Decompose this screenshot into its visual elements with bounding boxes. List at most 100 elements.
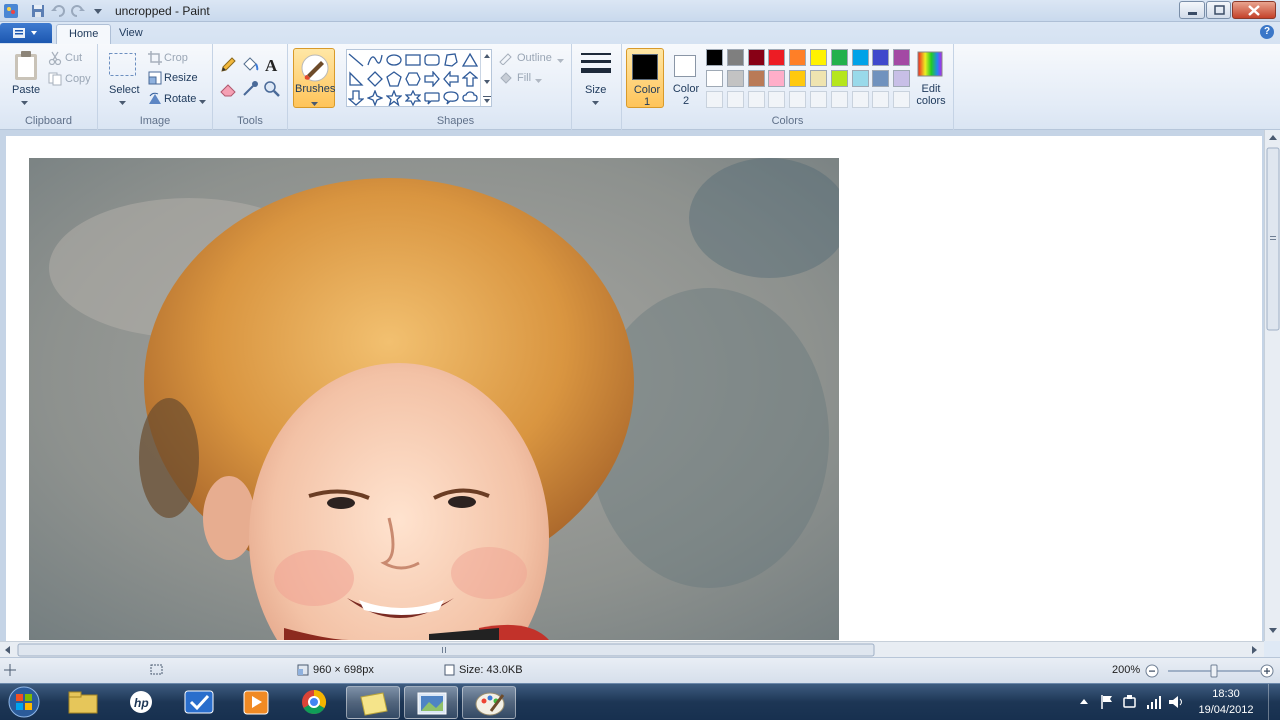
color2-button[interactable]: Color 2: [667, 48, 705, 108]
palette-empty-swatch[interactable]: [768, 91, 786, 108]
diamond-shape-icon[interactable]: [367, 71, 383, 87]
select-dropdown-icon[interactable]: [119, 98, 127, 110]
palette-color-swatch[interactable]: [768, 70, 786, 87]
eraser-icon[interactable]: [219, 80, 237, 101]
curve-shape-icon[interactable]: [367, 52, 383, 68]
size-icon[interactable]: [580, 51, 612, 82]
taskbar-hp[interactable]: hp: [114, 686, 168, 719]
right-arrow-shape-icon[interactable]: [424, 70, 440, 88]
brushes-button[interactable]: Brushes: [293, 48, 335, 108]
palette-color-swatch[interactable]: [747, 49, 765, 66]
polygon-shape-icon[interactable]: [443, 52, 459, 68]
brushes-dropdown-icon[interactable]: [311, 99, 319, 111]
tray-show-hidden-icon[interactable]: [1078, 696, 1090, 709]
six-point-star-shape-icon[interactable]: [404, 89, 422, 107]
show-desktop-button[interactable]: [1268, 684, 1280, 720]
palette-empty-swatch[interactable]: [747, 91, 765, 108]
right-triangle-shape-icon[interactable]: [348, 71, 364, 87]
palette-empty-swatch[interactable]: [893, 91, 911, 108]
cloud-callout-shape-icon[interactable]: [462, 90, 478, 106]
fill-icon[interactable]: [498, 71, 514, 88]
palette-color-swatch[interactable]: [893, 70, 911, 87]
crop-button[interactable]: Crop: [164, 52, 188, 64]
rotate-icon[interactable]: [148, 92, 162, 109]
size-dropdown-icon[interactable]: [592, 98, 600, 110]
four-point-star-shape-icon[interactable]: [366, 89, 384, 107]
palette-color-swatch[interactable]: [789, 70, 807, 87]
palette-color-swatch[interactable]: [851, 49, 869, 66]
customize-toolbar-icon[interactable]: [90, 3, 106, 19]
taskbar-chrome[interactable]: [287, 686, 341, 719]
palette-color-swatch[interactable]: [872, 49, 890, 66]
taskbar-photo-viewer[interactable]: [404, 686, 458, 719]
palette-color-swatch[interactable]: [747, 70, 765, 87]
palette-empty-swatch[interactable]: [726, 91, 744, 108]
undo-icon[interactable]: [50, 3, 66, 19]
paste-label[interactable]: Paste: [12, 84, 40, 96]
edit-colors-button[interactable]: Edit colors: [915, 83, 947, 107]
palette-color-swatch[interactable]: [810, 70, 827, 87]
oval-shape-icon[interactable]: [386, 52, 402, 68]
zoom-slider[interactable]: [1168, 663, 1260, 682]
outline-dropdown-icon[interactable]: [557, 56, 565, 68]
network-icon[interactable]: [1146, 694, 1162, 713]
palette-empty-swatch[interactable]: [872, 91, 890, 108]
taskbar-date[interactable]: 19/04/2012: [1194, 704, 1258, 716]
palette-color-swatch[interactable]: [789, 49, 807, 66]
paste-icon[interactable]: [12, 50, 40, 85]
color-picker-icon[interactable]: [241, 80, 259, 101]
line-shape-icon[interactable]: [348, 52, 364, 68]
outline-button[interactable]: Outline: [517, 52, 552, 64]
palette-color-swatch[interactable]: [830, 49, 848, 66]
rotate-button[interactable]: Rotate: [164, 93, 196, 105]
palette-color-swatch[interactable]: [893, 49, 911, 66]
oval-callout-shape-icon[interactable]: [443, 90, 459, 106]
color1-button[interactable]: Color 1: [626, 48, 664, 108]
palette-color-swatch[interactable]: [706, 49, 723, 66]
down-arrow-shape-icon[interactable]: [347, 90, 365, 106]
pencil-icon[interactable]: [219, 56, 237, 77]
fill-button[interactable]: Fill: [517, 72, 531, 84]
horizontal-scrollbar[interactable]: [0, 641, 1264, 657]
palette-color-swatch[interactable]: [768, 49, 786, 66]
palette-color-swatch[interactable]: [706, 70, 723, 87]
palette-empty-swatch[interactable]: [706, 91, 723, 108]
zoom-out-icon[interactable]: [1145, 664, 1159, 681]
triangle-shape-icon[interactable]: [461, 52, 479, 68]
copy-icon[interactable]: [48, 72, 62, 89]
palette-color-swatch[interactable]: [872, 70, 890, 87]
redo-icon[interactable]: [70, 3, 86, 19]
palette-color-swatch[interactable]: [810, 49, 827, 66]
select-icon[interactable]: [108, 52, 138, 81]
magnifier-icon[interactable]: [263, 80, 281, 101]
palette-color-swatch[interactable]: [726, 49, 744, 66]
size-button[interactable]: Size: [585, 84, 606, 96]
vertical-scrollbar[interactable]: [1264, 130, 1280, 641]
save-icon[interactable]: [30, 3, 46, 19]
taskbar-explorer[interactable]: [56, 686, 110, 719]
copy-button[interactable]: Copy: [65, 73, 91, 85]
zoom-in-icon[interactable]: [1260, 664, 1274, 681]
palette-empty-swatch[interactable]: [810, 91, 827, 108]
volume-icon[interactable]: [1168, 694, 1184, 713]
hexagon-shape-icon[interactable]: [405, 71, 421, 87]
tab-view[interactable]: View: [107, 24, 155, 44]
paste-dropdown-icon[interactable]: [21, 98, 29, 110]
palette-color-swatch[interactable]: [726, 70, 744, 87]
rectangle-shape-icon[interactable]: [405, 52, 421, 68]
resize-icon[interactable]: [148, 71, 162, 88]
power-icon[interactable]: [1122, 694, 1138, 713]
help-icon[interactable]: ?: [1260, 25, 1274, 39]
rounded-rectangle-shape-icon[interactable]: [424, 52, 440, 68]
minimize-button[interactable]: [1179, 1, 1205, 19]
rounded-callout-shape-icon[interactable]: [424, 90, 440, 106]
tab-home[interactable]: Home: [56, 24, 112, 44]
edit-colors-icon[interactable]: [917, 51, 943, 80]
up-arrow-shape-icon[interactable]: [461, 71, 479, 87]
close-button[interactable]: [1232, 1, 1276, 19]
paint-menu-button[interactable]: [0, 23, 52, 43]
palette-empty-swatch[interactable]: [830, 91, 848, 108]
paint-app-icon[interactable]: [3, 3, 19, 19]
action-center-flag-icon[interactable]: [1100, 694, 1114, 713]
canvas-image[interactable]: [29, 158, 839, 640]
